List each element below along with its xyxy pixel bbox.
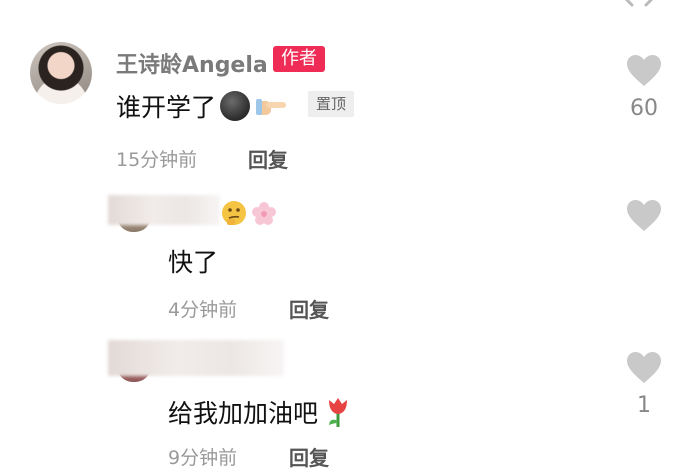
reply-text: 快了 [168,248,219,277]
comment-text-content: 谁开学了 [116,93,217,122]
heart-icon [627,55,661,86]
pinned-tag: 置顶 [308,91,355,117]
reply-button[interactable]: 回复 [289,294,329,323]
comment-text: 谁开学了 [116,88,288,124]
reply-text: 给我加加油吧 [168,394,352,430]
cherry-blossom-emoji [250,200,278,232]
reply-text-content: 给我加加油吧 [168,399,319,428]
blurred-username [108,340,284,376]
reply-button[interactable]: 回复 [289,442,329,471]
reply-time: 4分钟前 [168,299,238,321]
top-partial-icon [622,0,656,7]
author-badge: 作者 [273,46,325,72]
heart-icon [627,352,661,383]
author-username[interactable]: 王诗龄Angela [116,47,268,79]
reply-button[interactable]: 回复 [248,144,288,173]
author-avatar[interactable] [30,42,92,104]
pointing-right-emoji [254,92,288,120]
like-button[interactable] [624,199,664,237]
blurred-username [108,195,220,225]
like-button[interactable]: 60 [624,54,664,121]
tulip-emoji [324,395,352,429]
thinking-emoji [220,199,248,231]
like-count: 1 [637,393,651,418]
comment-time: 15分钟前 [116,149,198,171]
like-button[interactable]: 1 [624,351,664,418]
moon-emoji [220,91,251,121]
like-count: 60 [630,96,658,121]
heart-icon [627,200,661,231]
reply-time: 9分钟前 [168,447,238,469]
